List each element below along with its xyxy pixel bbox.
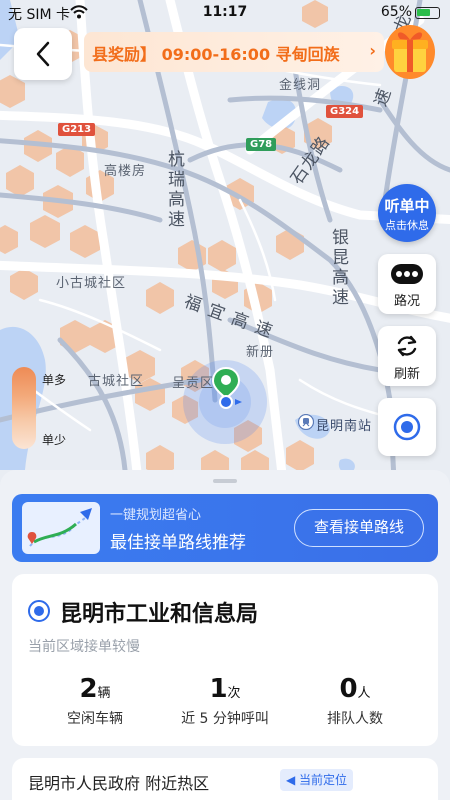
route-map-icon — [22, 502, 100, 554]
map-label-gucheng: 古城社区 — [88, 374, 145, 389]
traffic-button[interactable]: 路况 — [378, 254, 436, 314]
route-title: 最佳接单路线推荐 — [110, 533, 246, 553]
hotspot-card[interactable]: 昆明市人民政府 附近热区 ◀ 当前定位 — [12, 758, 438, 800]
route-subtitle: 一键规划超省心 — [110, 508, 202, 523]
stat-caption: 近 5 分钟呼叫 — [181, 711, 269, 727]
map-label-jinxian: 金线洞 — [279, 78, 322, 93]
bottom-sheet[interactable]: 一键规划超省心 最佳接单路线推荐 查看接单路线 昆明市工业和信息局 当前区域接单… — [0, 470, 450, 800]
legend-high-label: 单多 — [42, 373, 67, 387]
road-shield-g78: G78 — [246, 138, 277, 151]
listen-title: 听单中 — [384, 197, 430, 215]
stat-value: 0 — [339, 674, 358, 704]
legend-gradient-bar — [12, 367, 36, 449]
map-view[interactable]: 金线洞 高楼房 杭瑞高速 石龙路 银昆高速 福宜高速 小古城社区 新册 古城社区… — [0, 0, 450, 500]
stat-caption: 空闲车辆 — [67, 711, 123, 727]
gift-icon[interactable] — [384, 22, 436, 80]
map-label-gaolou: 高楼房 — [104, 164, 147, 179]
promo-text: 县奖励】 09:00-16:00 寻甸回族 — [92, 45, 340, 64]
stat-value: 1 — [209, 674, 228, 704]
listen-orders-button[interactable]: 听单中 点击休息 — [378, 184, 436, 242]
stat-queue: 0人 排队人数 — [290, 674, 420, 728]
road-shield-g213: G213 — [58, 123, 96, 136]
battery-icon — [415, 7, 440, 19]
traffic-icon — [391, 264, 423, 284]
stat-recent-calls: 1次 近 5 分钟呼叫 — [160, 674, 290, 728]
current-location-badge: ◀ 当前定位 — [280, 769, 354, 791]
chevron-right-icon: › — [369, 41, 376, 60]
road-shield-g324: G324 — [326, 105, 364, 118]
location-dot-icon — [28, 600, 50, 622]
area-title: 昆明市工业和信息局 — [60, 602, 259, 627]
map-label-station: 昆明南站 — [316, 419, 373, 434]
navigation-arrow-icon: ◀ — [286, 773, 300, 787]
badge-label: 当前定位 — [299, 773, 348, 787]
stat-unit: 人 — [357, 686, 371, 701]
traffic-label: 路况 — [393, 294, 420, 309]
battery-percent: 65% — [380, 4, 412, 20]
map-label-yinkun: 银昆高速 — [328, 228, 348, 308]
listen-subtitle: 点击休息 — [385, 219, 429, 232]
status-bar: 无 SIM 卡 11:17 65% — [0, 0, 450, 26]
app-screen: 金线洞 高楼房 杭瑞高速 石龙路 银昆高速 福宜高速 小古城社区 新册 古城社区… — [0, 0, 450, 800]
stat-value: 2 — [79, 674, 98, 704]
stat-caption: 排队人数 — [327, 711, 383, 727]
promo-banner[interactable]: 县奖励】 09:00-16:00 寻甸回族 › — [84, 32, 384, 72]
locate-button[interactable] — [378, 398, 436, 456]
legend-low-label: 单少 — [42, 433, 67, 447]
hotspot-title: 昆明市人民政府 附近热区 — [28, 774, 210, 793]
refresh-button[interactable]: 刷新 — [378, 326, 436, 386]
chevron-left-icon — [36, 41, 50, 67]
map-label-xince: 新册 — [246, 345, 275, 360]
map-label-chenggong: 呈贡区 — [172, 376, 215, 391]
back-button[interactable] — [14, 28, 72, 80]
route-recommend-card[interactable]: 一键规划超省心 最佳接单路线推荐 查看接单路线 — [12, 494, 438, 562]
stat-unit: 辆 — [97, 686, 111, 701]
sheet-drag-handle[interactable] — [213, 479, 237, 483]
area-info-card: 昆明市工业和信息局 当前区域接单较慢 2辆 空闲车辆 1次 近 5 分钟呼叫 0… — [12, 574, 438, 746]
refresh-label: 刷新 — [393, 367, 420, 382]
location-pin-icon[interactable] — [209, 366, 243, 414]
stat-idle-vehicles: 2辆 空闲车辆 — [30, 674, 160, 728]
train-station-icon — [298, 414, 314, 430]
area-description: 当前区域接单较慢 — [28, 639, 140, 655]
stat-unit: 次 — [227, 686, 241, 701]
map-label-hangrui: 杭瑞高速 — [164, 150, 184, 230]
map-label-xiaogucheng: 小古城社区 — [56, 276, 127, 291]
refresh-icon — [397, 335, 417, 357]
locate-icon — [393, 413, 421, 441]
view-route-button[interactable]: 查看接单路线 — [294, 509, 424, 547]
